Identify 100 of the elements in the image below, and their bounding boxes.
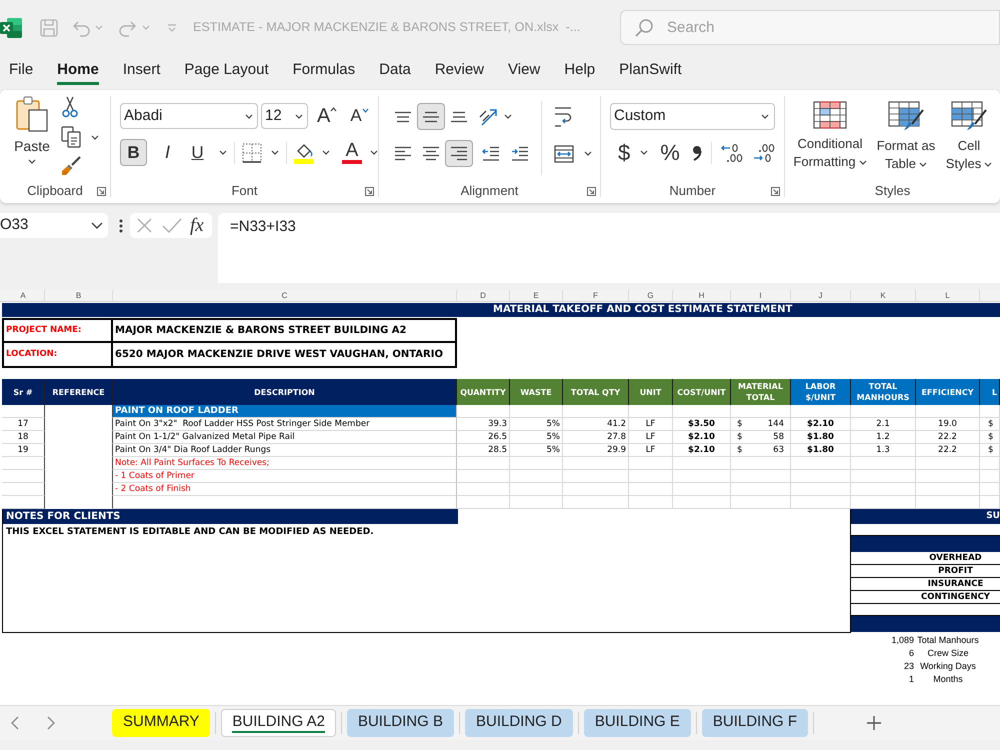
borders-icon[interactable] bbox=[242, 142, 262, 162]
cut-icon[interactable] bbox=[61, 96, 79, 118]
sheet-tab[interactable]: BUILDING A2 bbox=[221, 709, 336, 737]
caret-icon[interactable] bbox=[504, 114, 512, 119]
column-letter[interactable]: H bbox=[673, 290, 731, 301]
empty-cell bbox=[510, 496, 563, 509]
menu-tab[interactable]: View bbox=[508, 61, 540, 85]
copy-icon[interactable] bbox=[61, 126, 81, 148]
dialog-launcher-icon[interactable] bbox=[97, 186, 106, 196]
more-options-icon[interactable] bbox=[119, 219, 123, 233]
caret-icon bbox=[295, 114, 303, 118]
formula-field[interactable]: =N33+I33 bbox=[218, 213, 1000, 283]
caret-icon[interactable] bbox=[322, 150, 330, 155]
align-middle-button[interactable] bbox=[417, 103, 445, 130]
scroll-left-icon[interactable] bbox=[11, 716, 19, 730]
format-as-table-button[interactable]: Format as Table bbox=[869, 101, 943, 173]
paste-button[interactable]: Paste bbox=[12, 96, 52, 164]
italic-button[interactable]: I bbox=[154, 139, 181, 166]
menu-tab[interactable]: PlanSwift bbox=[619, 61, 682, 85]
empty-cell bbox=[457, 483, 510, 496]
bold-button[interactable]: B bbox=[120, 139, 147, 166]
menu-tab[interactable]: Page Layout bbox=[184, 61, 269, 85]
dialog-launcher-icon[interactable] bbox=[771, 186, 780, 196]
column-letter[interactable]: C bbox=[113, 290, 457, 301]
column-header: REFERENCE bbox=[45, 379, 113, 405]
search-field[interactable]: Search bbox=[620, 10, 1000, 45]
caret-icon[interactable] bbox=[271, 150, 279, 155]
paste-icon bbox=[16, 96, 48, 132]
column-letter[interactable]: J bbox=[791, 290, 851, 301]
empty-cell bbox=[791, 496, 851, 509]
merge-cells-icon[interactable] bbox=[554, 144, 574, 162]
sheet-tab[interactable]: BUILDING E bbox=[584, 709, 691, 737]
column-letter[interactable]: L bbox=[916, 290, 980, 301]
dialog-launcher-icon[interactable] bbox=[365, 186, 374, 196]
menu-tab[interactable]: Formulas bbox=[292, 61, 356, 85]
table-cell: $2.10 bbox=[673, 431, 731, 444]
scroll-right-icon[interactable] bbox=[47, 716, 55, 730]
cell-styles-button[interactable]: Cell Styles bbox=[943, 101, 995, 173]
increase-decimal-icon[interactable] bbox=[720, 142, 743, 162]
color-swatch-icon bbox=[342, 160, 362, 164]
paintbrush-icon[interactable] bbox=[61, 156, 81, 176]
table-cell: Total Manhours bbox=[916, 634, 980, 647]
sheet-tab[interactable]: BUILDING F bbox=[702, 709, 808, 737]
empty-cell bbox=[510, 470, 563, 483]
column-letter[interactable]: B bbox=[45, 290, 113, 301]
menu-tab[interactable]: Data bbox=[379, 61, 411, 85]
empty-cell bbox=[510, 483, 563, 496]
column-letter[interactable]: E bbox=[510, 290, 563, 301]
notes-text: THIS EXCEL STATEMENT IS EDITABLE AND CAN BE MODIFIED AS NEEDED. bbox=[6, 526, 374, 538]
column-header: EFFICIENCY bbox=[916, 379, 980, 405]
menu-tab[interactable]: Insert bbox=[122, 61, 160, 85]
text-orientation-icon[interactable] bbox=[479, 106, 499, 126]
shrink-font-button[interactable]: A bbox=[350, 106, 369, 126]
table-cell: 39.3 bbox=[457, 418, 510, 431]
increase-indent-icon[interactable] bbox=[511, 146, 529, 162]
font-name-dropdown[interactable]: Abadi bbox=[120, 103, 258, 129]
percent-button[interactable]: % bbox=[660, 140, 680, 164]
table-cell-text: Working Days bbox=[919, 660, 977, 673]
sheet-tab[interactable]: BUILDING D bbox=[464, 709, 573, 737]
table-cell: $1.80 bbox=[791, 431, 851, 444]
underline-button[interactable]: U bbox=[184, 139, 211, 166]
enter-check-icon[interactable] bbox=[162, 218, 182, 233]
currency-button[interactable]: $ bbox=[618, 140, 630, 164]
menu-tab[interactable]: Review bbox=[434, 61, 484, 85]
column-letter[interactable]: I bbox=[731, 290, 791, 301]
caret-icon[interactable] bbox=[219, 150, 227, 155]
dialog-launcher-icon[interactable] bbox=[587, 186, 596, 196]
column-header: LABOR $/UNIT bbox=[791, 379, 851, 405]
caret-icon[interactable] bbox=[640, 150, 648, 155]
sheet-tab[interactable]: BUILDING B bbox=[346, 709, 454, 737]
align-right-button[interactable] bbox=[445, 140, 473, 167]
add-sheet-icon[interactable] bbox=[867, 716, 882, 730]
empty-cell bbox=[563, 470, 629, 483]
caret-icon[interactable] bbox=[91, 134, 99, 140]
number-format-dropdown[interactable]: Custom bbox=[610, 103, 775, 130]
conditional-formatting-button[interactable]: Conditional Formatting bbox=[791, 101, 869, 171]
column-letter[interactable]: K bbox=[851, 290, 916, 301]
menu-tab[interactable]: Home bbox=[57, 61, 99, 85]
caret-icon[interactable] bbox=[370, 150, 378, 155]
font-size-dropdown[interactable]: 12 bbox=[261, 103, 308, 129]
caret-icon bbox=[245, 114, 253, 118]
empty-cell bbox=[916, 457, 980, 470]
name-box[interactable]: O33 bbox=[0, 213, 108, 238]
sheet-tab[interactable]: SUMMARY bbox=[112, 709, 210, 737]
table-cell: 27.8 bbox=[563, 431, 629, 444]
decrease-indent-icon[interactable] bbox=[482, 146, 500, 162]
font-color-button[interactable]: A bbox=[342, 141, 362, 164]
column-letter[interactable]: G bbox=[629, 290, 673, 301]
menu-tab[interactable]: Help bbox=[564, 61, 596, 85]
column-letter[interactable]: F bbox=[563, 290, 629, 301]
decrease-decimal-icon[interactable] bbox=[752, 142, 775, 162]
menu-tab[interactable]: File bbox=[9, 61, 34, 85]
column-letter[interactable]: A bbox=[2, 290, 45, 301]
fill-color-icon[interactable] bbox=[294, 142, 314, 164]
column-letter[interactable]: D bbox=[457, 290, 510, 301]
comma-style-icon[interactable] bbox=[692, 144, 702, 160]
grow-font-button[interactable]: A bbox=[317, 105, 338, 127]
insert-function-button[interactable]: fx bbox=[190, 216, 204, 236]
wrap-text-icon[interactable] bbox=[554, 106, 572, 128]
caret-icon[interactable] bbox=[584, 151, 592, 156]
